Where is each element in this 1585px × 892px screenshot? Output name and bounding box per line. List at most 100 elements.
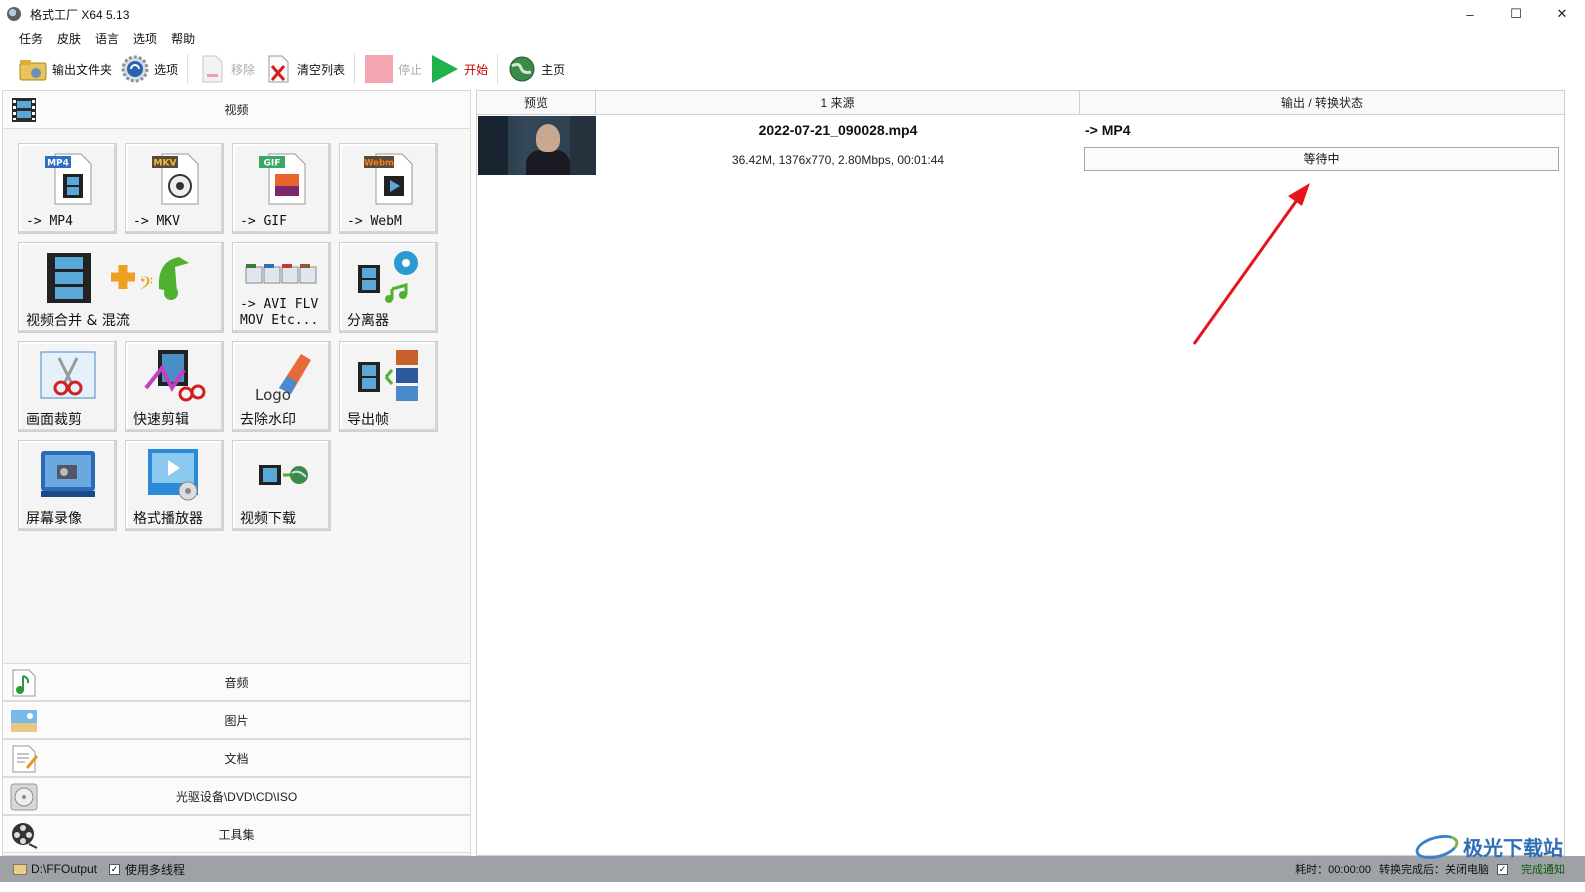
category-audio[interactable]: 音频 [3, 663, 470, 701]
menu-task[interactable]: 任务 [12, 30, 50, 47]
output-folder-button[interactable]: 输出文件夹 [14, 52, 116, 86]
category-audio-label: 音频 [224, 675, 249, 690]
download-icon [259, 465, 308, 485]
clear-list-button[interactable]: 清空列表 [259, 52, 349, 86]
tile-label: 格式播放器 [133, 511, 203, 527]
menu-options[interactable]: 选项 [126, 30, 164, 47]
tile-label: 视频合并 & 混流 [26, 313, 130, 329]
output-folder-label: 输出文件夹 [52, 62, 113, 77]
stop-button[interactable]: 停止 [360, 52, 426, 86]
film-reel-icon [9, 820, 39, 850]
source-filename: 2022-07-21_090028.mp4 [758, 122, 918, 138]
maximize-button[interactable]: ☐ [1493, 0, 1539, 28]
document-icon [9, 744, 39, 774]
minimize-button[interactable]: – [1447, 0, 1493, 28]
crop-scissors-icon [40, 351, 96, 399]
menu-skin[interactable]: 皮肤 [50, 30, 88, 47]
notify-label: 完成通知 [1521, 864, 1565, 876]
after-convert-option[interactable]: 转换完成后：关闭电脑 [1379, 861, 1489, 877]
convert-webm-tile[interactable]: Webm -> WebM [339, 143, 438, 234]
screen-record-tile[interactable]: 屏幕录像 [18, 440, 117, 531]
svg-text:𝄢: 𝄢 [139, 274, 153, 299]
window-controls: – ☐ ✕ [1447, 0, 1585, 28]
convert-gif-tile[interactable]: GIF -> GIF [232, 143, 331, 234]
mkv-badge: MKV [154, 159, 177, 169]
column-output-status[interactable]: 输出 / 转换状态 [1080, 91, 1564, 115]
category-image[interactable]: 图片 [3, 701, 470, 739]
splitter-tile[interactable]: 分离器 [339, 242, 438, 333]
menu-language[interactable]: 语言 [88, 30, 126, 47]
film-icon [9, 95, 39, 125]
task-list: 预览 1 来源 输出 / 转换状态 2022-07-21_090028.mp4 … [476, 90, 1565, 856]
category-video[interactable]: 视频 [3, 91, 470, 129]
home-label: 主页 [541, 62, 566, 77]
output-format: -> MP4 [1085, 122, 1131, 138]
source-metadata: 36.42M, 1376x770, 2.80Mbps, 00:01:44 [731, 153, 945, 167]
category-document[interactable]: 文档 [3, 739, 470, 777]
menu-help[interactable]: 帮助 [164, 30, 202, 47]
disc-drive-icon [9, 782, 39, 812]
format-player-tile[interactable]: 格式播放器 [125, 440, 224, 531]
stop-label: 停止 [398, 62, 423, 77]
tile-label: 分离器 [347, 313, 389, 329]
play-icon [430, 54, 460, 84]
category-disc[interactable]: 光驱设备\DVD\CD\ISO [3, 777, 470, 815]
quick-cut-icon [144, 350, 206, 402]
multithread-option[interactable]: ✓ 使用多线程 [109, 861, 185, 878]
status-bar: D:\FFOutput ✓ 使用多线程 耗时：00:00:00 转换完成后：关闭… [0, 856, 1585, 882]
mkv-file-icon: MKV [152, 153, 199, 205]
task-row[interactable]: 2022-07-21_090028.mp4 36.42M, 1376x770, … [477, 116, 1564, 176]
window-title: 格式工厂 X64 5.13 [30, 7, 130, 22]
tile-label: 去除水印 [240, 412, 296, 428]
clear-list-icon [263, 54, 293, 84]
video-download-tile[interactable]: 视频下载 [232, 440, 331, 531]
convert-mkv-tile[interactable]: MKV -> MKV [125, 143, 224, 234]
tile-label: 视频下载 [240, 511, 296, 527]
convert-other-formats-tile[interactable]: -> AVI FLV MOV Etc... [232, 242, 331, 333]
multithread-checkbox[interactable]: ✓ [109, 863, 121, 875]
toolbar-divider [497, 54, 499, 84]
video-merge-tile[interactable]: 𝄢 视频合并 & 混流 [18, 242, 224, 333]
start-button[interactable]: 开始 [426, 52, 492, 86]
column-source[interactable]: 1 来源 [596, 91, 1080, 115]
gear-icon [120, 54, 150, 84]
webm-file-icon: Webm [364, 153, 413, 205]
toolbar-divider [354, 54, 356, 84]
column-preview[interactable]: 预览 [477, 91, 596, 115]
site-watermark: 极光下载站 [1412, 830, 1563, 863]
stop-icon [364, 54, 394, 84]
home-button[interactable]: 主页 [503, 52, 569, 86]
picture-icon [9, 706, 39, 736]
globe-icon [507, 54, 537, 84]
merge-icon: 𝄢 [47, 253, 189, 303]
task-list-header: 预览 1 来源 输出 / 转换状态 [477, 91, 1564, 115]
eraser-icon: Logo [255, 354, 311, 404]
tile-label: 快速剪辑 [133, 412, 189, 428]
screen-record-icon [41, 451, 95, 497]
remove-document-icon [197, 54, 227, 84]
gif-file-icon: GIF [259, 153, 306, 205]
quick-cut-tile[interactable]: 快速剪辑 [125, 341, 224, 432]
convert-mp4-tile[interactable]: MP4 -> MP4 [18, 143, 117, 234]
category-toolkit[interactable]: 工具集 [3, 815, 470, 853]
output-path[interactable]: D:\FFOutput [31, 862, 97, 876]
notify-checkbox[interactable]: ✓ [1497, 863, 1508, 875]
options-label: 选项 [154, 62, 179, 77]
toolbar: 输出文件夹 选项 移除 清空列表 停止 开始 主页 [0, 50, 1585, 88]
music-note-icon [9, 668, 39, 698]
remove-watermark-tile[interactable]: Logo 去除水印 [232, 341, 331, 432]
options-button[interactable]: 选项 [116, 52, 182, 86]
multithread-label: 使用多线程 [125, 862, 186, 877]
close-button[interactable]: ✕ [1539, 0, 1585, 28]
elapsed-time: 耗时：00:00:00 [1295, 864, 1371, 876]
remove-button[interactable]: 移除 [193, 52, 259, 86]
tile-label: -> MKV [133, 214, 180, 229]
category-video-label: 视频 [224, 103, 249, 117]
conversion-status: 等待中 [1084, 147, 1559, 171]
crop-tile[interactable]: 画面裁剪 [18, 341, 117, 432]
start-label: 开始 [464, 62, 489, 77]
tile-label: 导出帧 [347, 412, 389, 428]
export-frames-tile[interactable]: 导出帧 [339, 341, 438, 432]
toolbar-divider [187, 54, 189, 84]
clear-list-label: 清空列表 [297, 62, 346, 77]
